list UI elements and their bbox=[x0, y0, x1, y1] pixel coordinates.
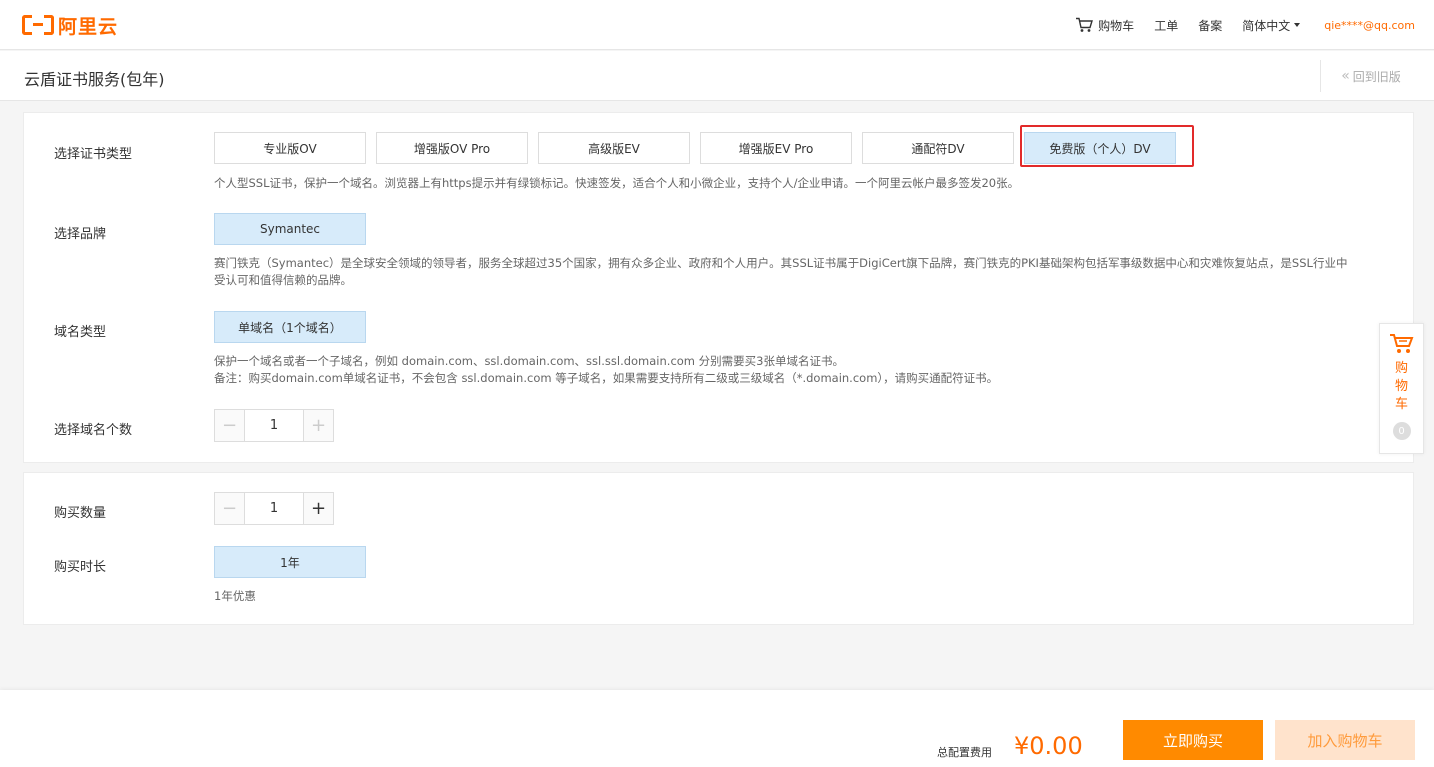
cert-type-description: 个人型SSL证书，保护一个域名。浏览器上有https提示并有绿锁标记。快速签发，… bbox=[214, 176, 1020, 190]
purchase-panel: 购买数量 − 1 + 购买时长 1年 1年优惠 bbox=[23, 472, 1414, 625]
cert-type-option-ev-pro[interactable]: 增强版EV Pro bbox=[700, 132, 852, 164]
total-cost-value: ¥0.00 bbox=[1014, 732, 1083, 760]
cart-icon bbox=[1075, 17, 1094, 33]
quantity-stepper: − 1 + bbox=[214, 492, 334, 525]
brand-description: 赛门铁克（Symantec）是全球安全领域的领导者，服务全球超过35个国家，拥有… bbox=[214, 255, 1394, 289]
nav-language[interactable]: 简体中文 bbox=[1242, 17, 1301, 34]
top-bar: 阿里云 购物车 工单 备案 简体中文 qie****@qq.com bbox=[0, 0, 1434, 50]
total-cost-label: 总配置费用 bbox=[937, 746, 992, 759]
cert-type-label: 选择证书类型 bbox=[54, 147, 133, 162]
duration-option-1-year[interactable]: 1年 bbox=[214, 546, 366, 578]
domain-count-plus-button[interactable]: + bbox=[303, 410, 333, 441]
domain-count-stepper: − 1 + bbox=[214, 409, 334, 442]
floating-cart[interactable]: 购物车 0 bbox=[1379, 323, 1424, 454]
duration-note: 1年优惠 bbox=[214, 589, 256, 603]
quantity-label: 购买数量 bbox=[54, 506, 107, 521]
logo-text: 阿里云 bbox=[58, 15, 119, 38]
nav-cart[interactable]: 购物车 bbox=[1075, 17, 1134, 34]
cert-type-option-ev[interactable]: 高级版EV bbox=[538, 132, 690, 164]
floating-cart-label: 购物车 bbox=[1394, 361, 1408, 412]
nav-language-label: 简体中文 bbox=[1242, 18, 1291, 33]
add-to-cart-button[interactable]: 加入购物车 bbox=[1275, 720, 1415, 760]
cert-type-option-free-dv[interactable]: 免费版（个人）DV bbox=[1024, 132, 1176, 164]
double-chevron-left-icon: « bbox=[1341, 68, 1349, 84]
duration-label: 购买时长 bbox=[54, 560, 107, 575]
aliyun-logo-icon bbox=[22, 15, 54, 35]
domain-type-label: 域名类型 bbox=[54, 325, 107, 340]
nav-user[interactable]: qie****@qq.com bbox=[1324, 19, 1415, 32]
quantity-minus-button[interactable]: − bbox=[215, 493, 245, 524]
page-header: 云盾证书服务(包年) « 回到旧版 bbox=[0, 51, 1434, 101]
cert-config-panel: 选择证书类型 专业版OV 增强版OV Pro 高级版EV 增强版EV Pro 通… bbox=[23, 112, 1414, 463]
aliyun-logo[interactable]: 阿里云 bbox=[22, 13, 119, 38]
brand-option-symantec[interactable]: Symantec bbox=[214, 213, 366, 245]
brand-description-line2: 受认可和值得信赖的品牌。 bbox=[214, 273, 352, 287]
domain-type-description: 保护一个域名或者一个子域名，例如 domain.com、ssl.domain.c… bbox=[214, 353, 998, 387]
floating-cart-icon bbox=[1389, 333, 1415, 358]
domain-type-description-line1: 保护一个域名或者一个子域名，例如 domain.com、ssl.domain.c… bbox=[214, 354, 844, 368]
top-nav: 购物车 工单 备案 简体中文 qie****@qq.com bbox=[1075, 0, 1415, 50]
domain-count-label: 选择域名个数 bbox=[54, 423, 133, 438]
nav-filing[interactable]: 备案 bbox=[1198, 17, 1222, 34]
quantity-plus-button[interactable]: + bbox=[303, 493, 333, 524]
floating-cart-count-badge: 0 bbox=[1392, 422, 1411, 440]
domain-count-minus-button[interactable]: − bbox=[215, 410, 245, 441]
brand-label: 选择品牌 bbox=[54, 227, 107, 242]
buy-now-button[interactable]: 立即购买 bbox=[1123, 720, 1263, 760]
domain-count-value[interactable]: 1 bbox=[245, 410, 303, 441]
brand-description-line1: 赛门铁克（Symantec）是全球安全领域的领导者，服务全球超过35个国家，拥有… bbox=[214, 256, 1348, 270]
cert-type-option-wildcard-dv[interactable]: 通配符DV bbox=[862, 132, 1014, 164]
domain-type-option-single[interactable]: 单域名（1个域名） bbox=[214, 311, 366, 343]
nav-cart-label: 购物车 bbox=[1098, 18, 1135, 33]
checkout-footer: 总配置费用 ¥0.00 立即购买 加入购物车 bbox=[0, 690, 1434, 767]
cert-type-option-ov-pro[interactable]: 增强版OV Pro bbox=[376, 132, 528, 164]
caret-down-icon bbox=[1294, 23, 1301, 27]
page-title: 云盾证书服务(包年) bbox=[24, 70, 165, 89]
back-to-old-version[interactable]: « 回到旧版 bbox=[1320, 60, 1421, 92]
back-old-label: 回到旧版 bbox=[1352, 69, 1401, 84]
cert-type-option-ov[interactable]: 专业版OV bbox=[214, 132, 366, 164]
nav-ticket[interactable]: 工单 bbox=[1154, 17, 1178, 34]
quantity-value[interactable]: 1 bbox=[245, 493, 303, 524]
domain-type-description-line2: 备注：购买domain.com单域名证书，不会包含 ssl.domain.com… bbox=[214, 371, 999, 385]
